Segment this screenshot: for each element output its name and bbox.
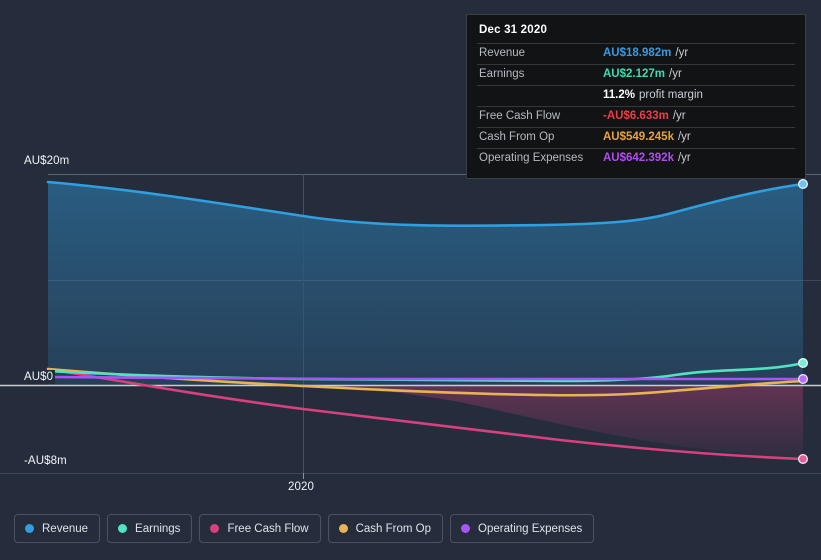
legend-item-label: Operating Expenses (478, 522, 583, 535)
tooltip-row-value: AU$549.245k (603, 131, 674, 143)
tooltip-row-value: AU$18.982m (603, 47, 672, 59)
legend-color-dot-icon (118, 524, 128, 533)
tooltip-row: Revenue AU$18.982m/yr (477, 43, 795, 64)
tooltip-row-unit: /yr (677, 152, 691, 164)
tooltip-row-key: Revenue (479, 47, 526, 59)
tooltip-row-value-wrap: AU$642.392k/yr (603, 152, 691, 164)
tooltip-row-value: AU$2.127m (603, 68, 666, 80)
endpoint-operating-expenses (797, 374, 808, 385)
legend-item-free-cash-flow[interactable]: Free Cash Flow (199, 514, 321, 543)
tooltip-row-unit: /yr (672, 110, 686, 122)
tooltip-row-key: Operating Expenses (479, 152, 584, 164)
financial-chart: AU$20m AU$0 -AU$8m 2020 Dec 31 2020 Reve… (0, 0, 821, 560)
legend-item-operating-expenses[interactable]: Operating Expenses (450, 514, 595, 543)
legend-item-label: Earnings (135, 522, 181, 535)
tooltip-row-key: Earnings (479, 68, 525, 80)
tooltip-row-value: AU$642.392k (603, 152, 674, 164)
legend-item-revenue[interactable]: Revenue (14, 514, 101, 543)
pre-series-shade (0, 174, 48, 473)
tooltip-row-value-wrap: -AU$6.633m/yr (603, 110, 686, 122)
legend-item-earnings[interactable]: Earnings (107, 514, 193, 543)
endpoint-free-cash-flow (797, 454, 808, 465)
free-cash-flow-area (48, 385, 803, 459)
revenue-area (48, 182, 803, 385)
legend-item-label: Cash From Op (355, 522, 432, 535)
tooltip-row-unit: /yr (677, 131, 691, 143)
tooltip-row-unit: /yr (669, 68, 682, 80)
legend-item-cash-from-op[interactable]: Cash From Op (327, 514, 444, 543)
tooltip-row-unit: profit margin (638, 89, 703, 101)
tooltip-row: 11.2% profit margin (477, 85, 795, 106)
tooltip-row-value-wrap: AU$2.127m/yr (603, 68, 682, 80)
tooltip-row: Cash From Op AU$549.245k/yr (477, 127, 795, 148)
legend-color-dot-icon (25, 524, 34, 533)
tooltip-title: Dec 31 2020 (479, 24, 548, 36)
endpoint-earnings (797, 358, 808, 369)
legend-color-dot-icon (210, 524, 220, 533)
tooltip-row: Operating Expenses AU$642.392k/yr (477, 148, 795, 169)
tooltip-row-value-wrap: AU$549.245k/yr (603, 131, 691, 143)
tooltip-row: Earnings AU$2.127m/yr (477, 64, 795, 85)
tooltip-row-value-wrap: 11.2% profit margin (603, 89, 703, 101)
endpoint-revenue (797, 179, 808, 190)
chart-legend: Revenue Earnings Free Cash Flow Cash From O… (14, 514, 595, 543)
tooltip-row-key: Cash From Op (479, 131, 555, 143)
legend-color-dot-icon (338, 524, 348, 533)
data-tooltip: Dec 31 2020 Revenue AU$18.982m/yr Earnings… (466, 14, 806, 179)
tooltip-row-key: Free Cash Flow (479, 110, 561, 122)
tooltip-row-value-wrap: AU$18.982m/yr (603, 47, 688, 59)
tooltip-row-value: -AU$6.633m (603, 110, 669, 122)
legend-color-dot-icon (461, 524, 471, 533)
tooltip-row-unit: /yr (675, 47, 689, 59)
tooltip-row-value: 11.2% (603, 89, 635, 101)
legend-item-label: Free Cash Flow (227, 522, 309, 535)
legend-item-label: Revenue (42, 522, 89, 535)
tooltip-rows: Revenue AU$18.982m/yr Earnings AU$2.127m/yr… (477, 43, 795, 169)
tooltip-row: Free Cash Flow -AU$6.633m/yr (477, 106, 795, 127)
